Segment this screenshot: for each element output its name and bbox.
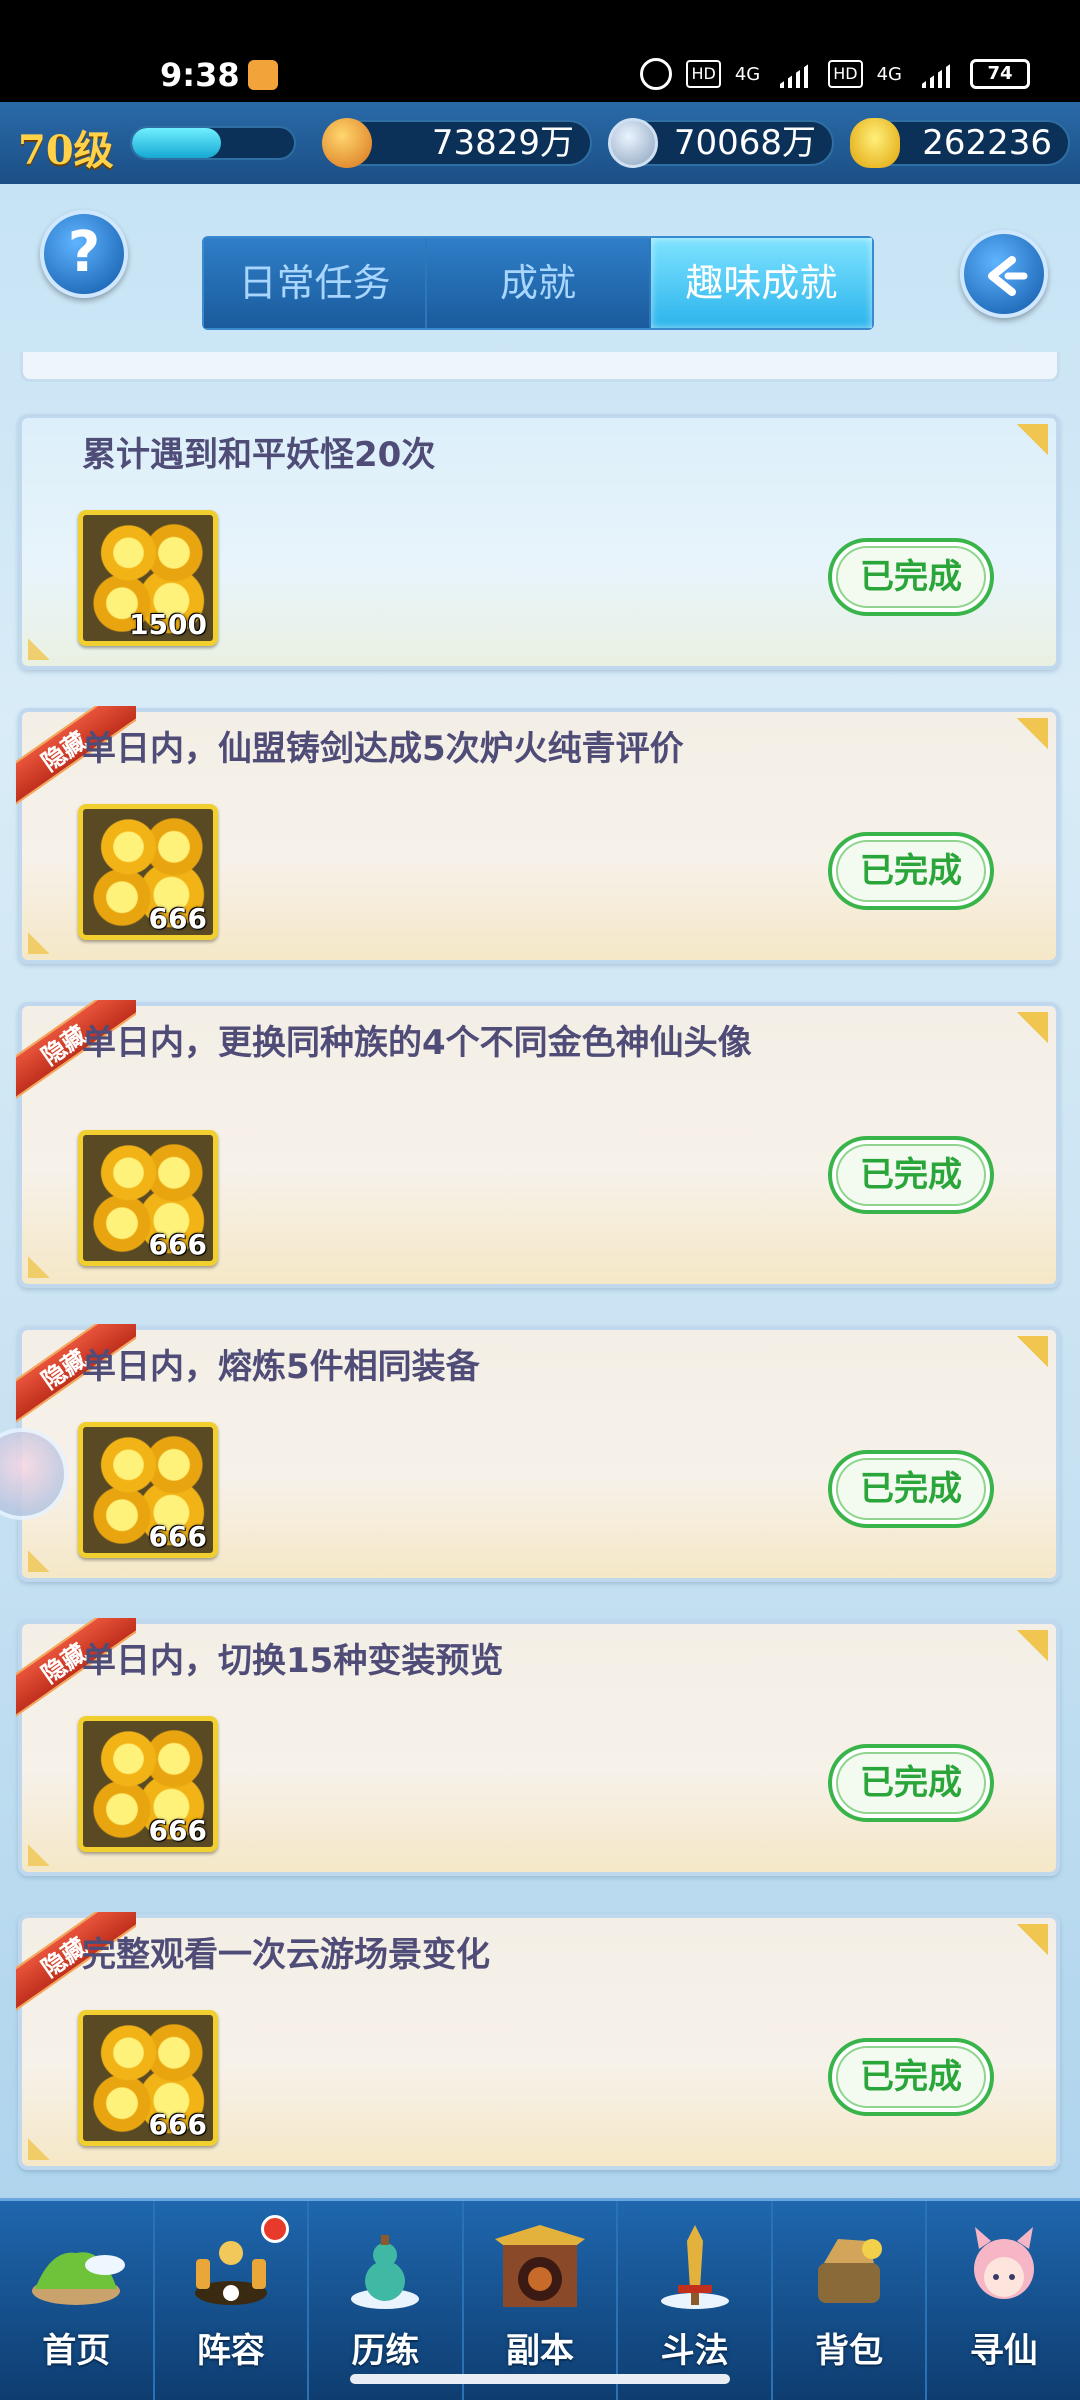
- gold-ingot-icon: [850, 118, 900, 168]
- player-level: 70级: [18, 127, 114, 174]
- silver-display[interactable]: 70068万: [608, 118, 834, 168]
- training-gourd-icon: [351, 2235, 420, 2309]
- gold-ingot-reward-icon[interactable]: 666: [78, 804, 218, 940]
- back-button[interactable]: [960, 230, 1048, 318]
- corner-ornament: [996, 718, 1048, 770]
- network-type-label-2: 4G: [876, 63, 902, 85]
- reward-quantity: 666: [148, 1814, 207, 1847]
- completed-button[interactable]: 已完成: [828, 1450, 994, 1528]
- partial-card-above: [20, 352, 1060, 382]
- tab-achievements[interactable]: 成就: [427, 238, 651, 328]
- resource-bar: 70级 73829万 70068万 262236: [0, 102, 1080, 184]
- achievement-title: 累计遇到和平妖怪20次: [82, 435, 436, 475]
- nav-label-seek-immortal: 寻仙: [969, 2331, 1038, 2371]
- xp-progress-bar: [130, 126, 296, 160]
- corner-ornament: [996, 1924, 1048, 1976]
- completed-button[interactable]: 已完成: [828, 832, 994, 910]
- achievement-title: 单日内，仙盟铸剑达成5次炉火纯青评价: [82, 729, 684, 769]
- gold-display[interactable]: 262236: [850, 118, 1070, 168]
- achievement-card: 隐藏 单日内，更换同种族的4个不同金色神仙头像 666 已完成: [16, 1000, 1060, 1288]
- bag-icon: [818, 2239, 883, 2303]
- nav-battle[interactable]: 斗法: [618, 2201, 773, 2400]
- clock-time: 9:38: [160, 56, 240, 94]
- reward-quantity: 666: [148, 2108, 207, 2141]
- silver-coin-icon: [608, 118, 658, 168]
- completed-button[interactable]: 已完成: [828, 1744, 994, 1822]
- nav-home[interactable]: 首页: [0, 2201, 155, 2400]
- system-status-bar: 9:38 HD 4G HD 4G 74: [0, 0, 1080, 102]
- achievement-list[interactable]: 累计遇到和平妖怪20次 1500 已完成 隐藏 单日内，仙盟铸剑达成5次炉火纯青…: [0, 352, 1080, 2182]
- achievement-title: 单日内，熔炼5件相同装备: [82, 1347, 480, 1387]
- nav-training[interactable]: 历练: [309, 2201, 464, 2400]
- signal-icon-2: [916, 60, 956, 88]
- gold-value: 262236: [922, 123, 1052, 163]
- reward-quantity: 666: [148, 1228, 207, 1261]
- corner-ornament: [996, 424, 1048, 476]
- tab-fun-achievements[interactable]: 趣味成就: [650, 238, 872, 328]
- achievement-title: 单日内，切换15种变装预览: [82, 1641, 504, 1681]
- achievement-tabs: 日常任务 成就 趣味成就: [202, 236, 874, 330]
- nav-label-training: 历练: [351, 2331, 420, 2371]
- corner-ornament: [28, 2116, 72, 2160]
- home-island-icon: [32, 2252, 126, 2305]
- corner-ornament: [996, 1630, 1048, 1682]
- completed-button[interactable]: 已完成: [828, 2038, 994, 2116]
- combat-power-value: 73829万: [431, 123, 574, 163]
- seek-immortal-icon: [973, 2227, 1034, 2299]
- gold-ingot-reward-icon[interactable]: 666: [78, 1716, 218, 1852]
- achievement-title: 单日内，更换同种族的4个不同金色神仙头像: [82, 1023, 752, 1063]
- achievement-card: 隐藏 单日内，仙盟铸剑达成5次炉火纯青评价 666 已完成: [16, 706, 1060, 964]
- corner-ornament: [28, 1822, 72, 1866]
- nav-label-dungeon: 副本: [506, 2331, 575, 2371]
- achievement-card: 隐藏 单日内，切换15种变装预览 666 已完成: [16, 1618, 1060, 1876]
- corner-ornament: [996, 1336, 1048, 1388]
- notification-app-icon: [248, 60, 278, 90]
- help-button[interactable]: ?: [40, 210, 128, 298]
- corner-ornament: [996, 1012, 1048, 1064]
- hd-icon: HD: [686, 60, 721, 88]
- home-indicator-bar[interactable]: [350, 2374, 730, 2384]
- hd-icon-2: HD: [828, 60, 863, 88]
- battle-sword-icon: [660, 2225, 729, 2309]
- nav-dungeon[interactable]: 副本: [464, 2201, 619, 2400]
- nav-label-lineup: 阵容: [196, 2331, 265, 2371]
- corner-ornament: [28, 910, 72, 954]
- completed-button[interactable]: 已完成: [828, 1136, 994, 1214]
- achievement-card: 隐藏 完整观看一次云游场景变化 666 已完成: [16, 1912, 1060, 2170]
- signal-icon: [774, 60, 815, 88]
- corner-ornament: [28, 616, 72, 660]
- corner-ornament: [28, 1234, 72, 1278]
- nav-label-bag: 背包: [815, 2331, 884, 2371]
- status-icons: HD 4G HD 4G 74: [640, 58, 1030, 90]
- corner-ornament: [28, 1528, 72, 1572]
- xp-progress-fill: [132, 128, 222, 158]
- gold-ingot-reward-icon[interactable]: 666: [78, 1130, 218, 1266]
- tab-daily-tasks[interactable]: 日常任务: [204, 238, 428, 328]
- gold-ingot-reward-icon[interactable]: 666: [78, 2010, 218, 2146]
- achievement-title: 完整观看一次云游场景变化: [82, 1935, 490, 1975]
- nav-lineup[interactable]: 阵容: [155, 2201, 310, 2400]
- reward-quantity: 666: [148, 1520, 207, 1553]
- alarm-icon: [640, 58, 673, 90]
- gold-ingot-reward-icon[interactable]: 666: [78, 1422, 218, 1558]
- nav-badge-dot: [261, 2215, 290, 2243]
- silver-value: 70068万: [673, 123, 816, 163]
- back-arrow-icon: [988, 256, 1028, 296]
- dungeon-gate-icon: [495, 2225, 586, 2307]
- nav-label-battle: 斗法: [660, 2331, 729, 2371]
- achievement-card: 隐藏 单日内，熔炼5件相同装备 666 已完成: [16, 1324, 1060, 1582]
- nav-seek-immortal[interactable]: 寻仙: [927, 2201, 1080, 2400]
- network-type-label: 4G: [734, 63, 761, 85]
- gold-ingot-reward-icon[interactable]: 1500: [78, 510, 218, 646]
- reward-quantity: 1500: [129, 608, 207, 641]
- battery-icon: 74: [970, 59, 1030, 89]
- nav-label-home: 首页: [42, 2331, 111, 2371]
- reward-quantity: 666: [148, 902, 207, 935]
- combat-power-display[interactable]: 73829万: [322, 118, 592, 168]
- achievement-card: 累计遇到和平妖怪20次 1500 已完成: [18, 414, 1060, 670]
- bottom-nav: 首页 阵容 历练 副本 斗法 背包 寻仙: [0, 2198, 1080, 2400]
- combat-power-icon: [322, 118, 372, 168]
- nav-bag[interactable]: 背包: [773, 2201, 928, 2400]
- completed-button[interactable]: 已完成: [828, 538, 994, 616]
